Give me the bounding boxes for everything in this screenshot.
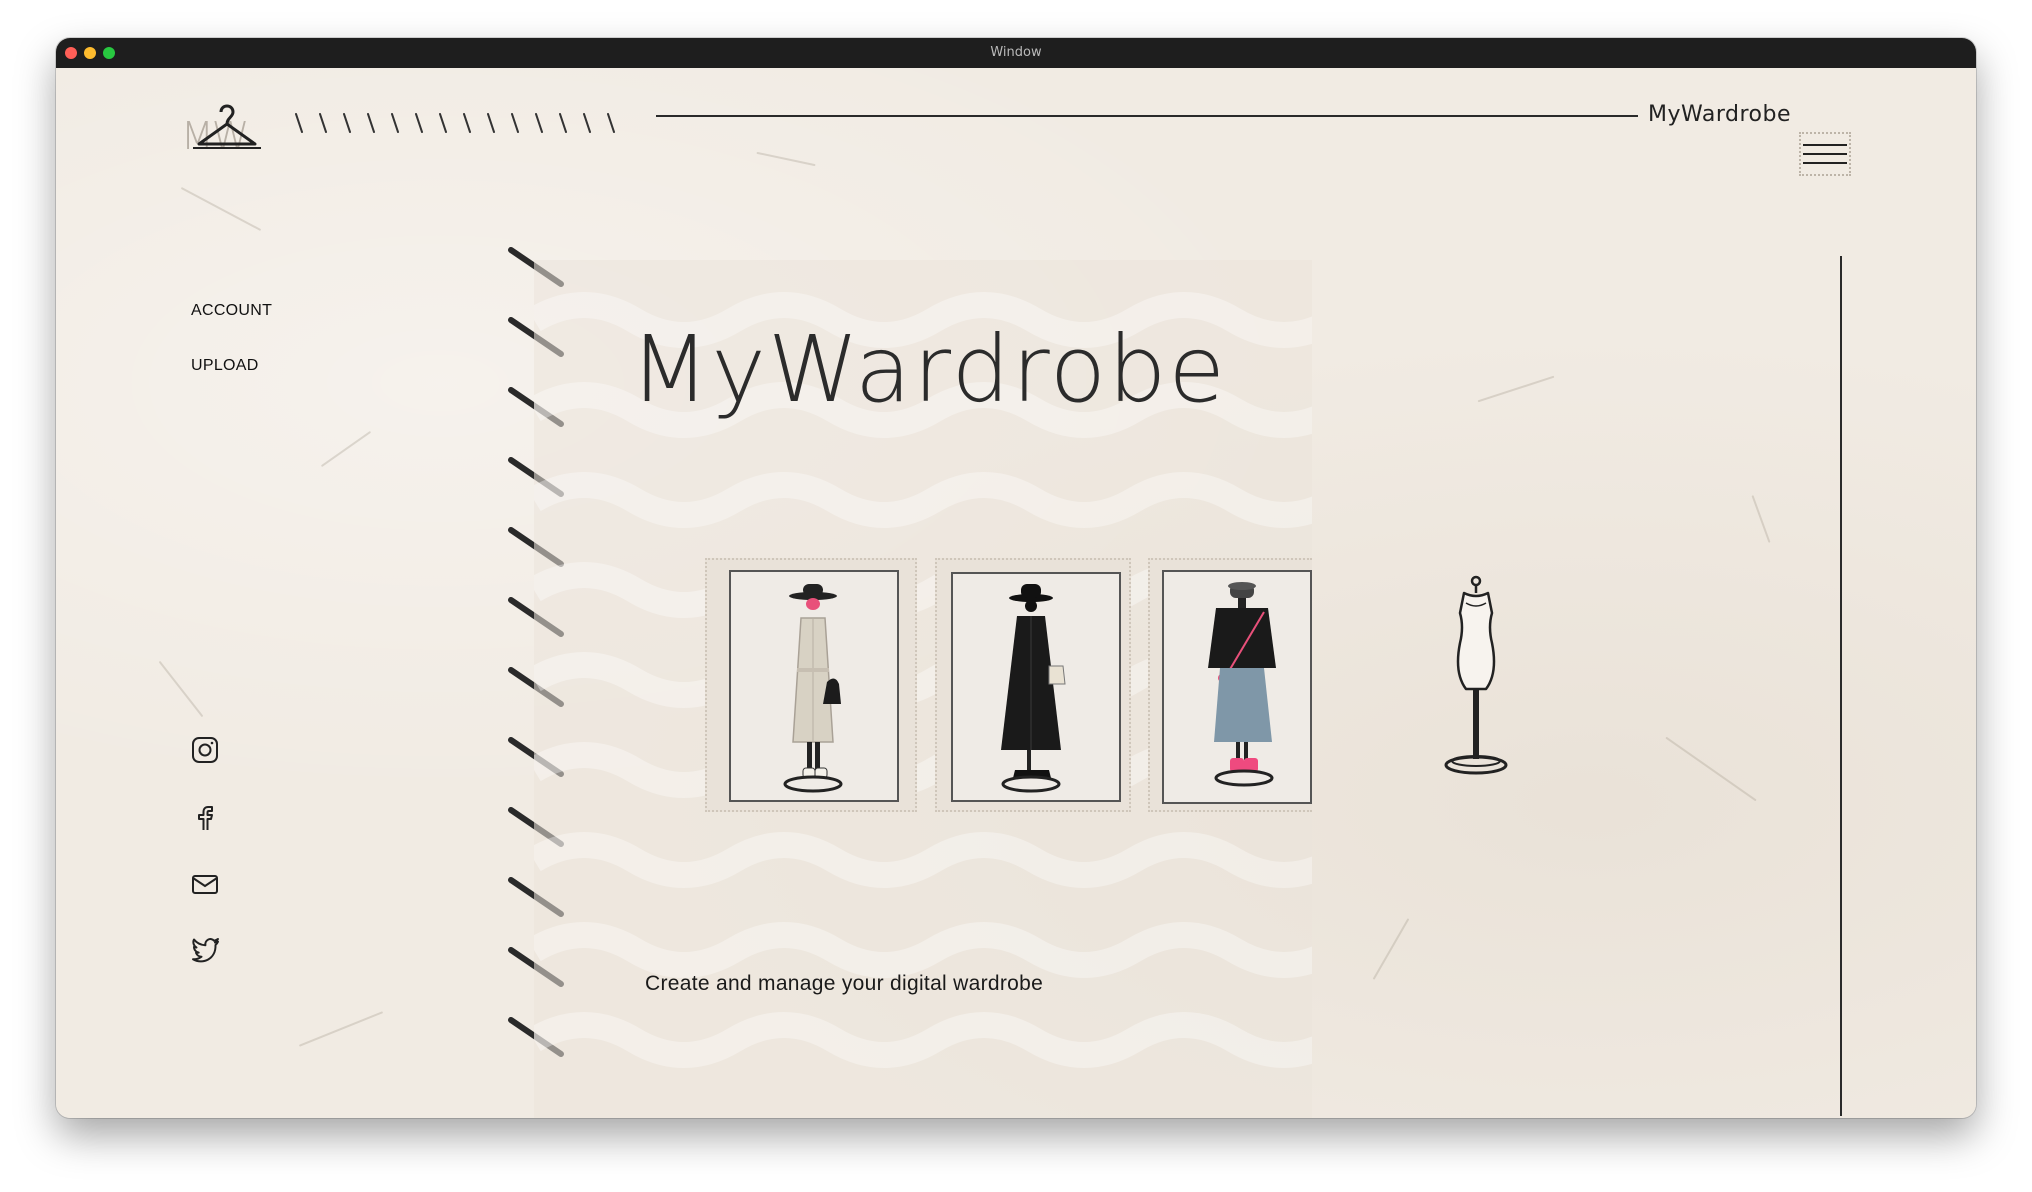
hero-tagline: Create and manage your digital wardrobe (645, 972, 1044, 995)
twitter-icon[interactable] (189, 932, 221, 964)
minimize-window-button[interactable] (84, 47, 96, 59)
title-bar: Window (56, 38, 1976, 68)
nav-account-link[interactable]: ACCOUNT (191, 302, 272, 320)
right-vertical-rule (1840, 256, 1842, 1116)
outfit-stamp-1[interactable] (705, 558, 917, 812)
black-sweater-denim-skirt-outfit (1208, 582, 1276, 787)
facebook-icon[interactable] (189, 802, 221, 834)
hatch-pattern (295, 113, 615, 133)
zoom-window-button[interactable] (103, 47, 115, 59)
header-brand[interactable]: MyWardrobe (1648, 102, 1791, 127)
header-divider (656, 115, 1638, 117)
beige-trench-coat-outfit (783, 584, 843, 793)
hamburger-menu-icon[interactable] (1799, 132, 1851, 176)
instagram-icon[interactable] (189, 734, 221, 766)
close-window-button[interactable] (65, 47, 77, 59)
mail-icon[interactable] (189, 868, 221, 900)
hanger-logo[interactable]: MW (181, 98, 271, 158)
outfit-stamp-2[interactable] (935, 558, 1131, 812)
hanger-icon (193, 104, 261, 149)
window-title: Window (990, 45, 1042, 60)
nav-upload-link[interactable]: UPLOAD (191, 357, 259, 375)
outfit-stamp-3[interactable] (1148, 558, 1312, 812)
page-canvas: MW MyWardrobe ACCOUNT UPLOAD MyWardrobe … (56, 68, 1976, 1118)
black-coat-dress-outfit (1001, 584, 1066, 793)
app-window: Window MW MyWardrobe ACCOUNT UPLOAD MyWa… (56, 38, 1976, 1118)
hero-title: MyWardrobe (630, 316, 1227, 423)
dress-form-mannequin-icon (1444, 575, 1508, 775)
